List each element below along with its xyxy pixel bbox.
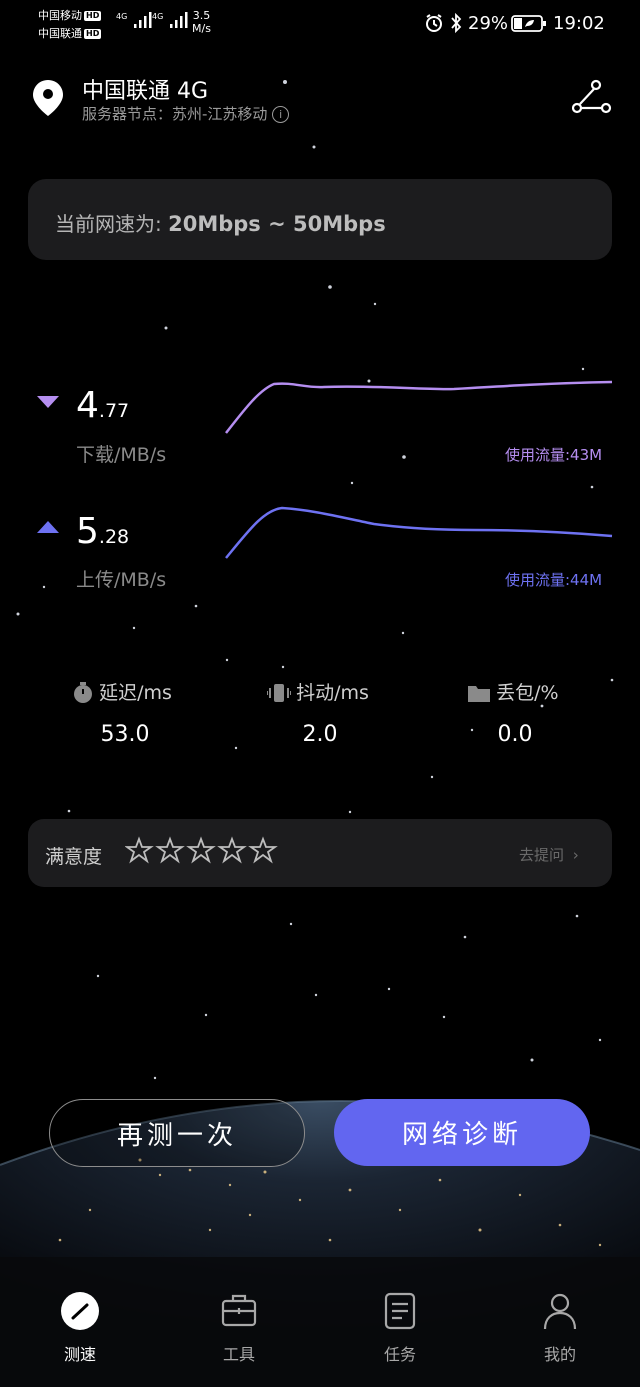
share-route-icon[interactable] bbox=[571, 79, 612, 119]
net-speed-unit: M/s bbox=[192, 22, 211, 35]
download-value-int: 4 bbox=[76, 385, 99, 426]
download-arrow-icon bbox=[37, 395, 59, 414]
retest-button[interactable]: 再测一次 bbox=[49, 1099, 305, 1167]
vibrate-icon bbox=[266, 682, 292, 708]
stopwatch-icon bbox=[72, 681, 94, 708]
download-line bbox=[225, 380, 613, 434]
info-icon[interactable]: i bbox=[272, 106, 290, 123]
upload-value-dec: .28 bbox=[98, 526, 130, 548]
net-type-1: 4G bbox=[116, 12, 128, 21]
net-speed-value: 3.5 bbox=[192, 9, 211, 22]
signal-icon: 4G bbox=[152, 10, 190, 30]
nav-item-speedtest[interactable]: 测速 bbox=[25, 1291, 135, 1365]
current-speed-card: 当前网速为: 20Mbps ~ 50Mbps bbox=[28, 179, 612, 260]
satisfaction-label: 满意度 bbox=[45, 846, 103, 868]
toolbox-icon bbox=[184, 1291, 294, 1335]
nav-item-tools[interactable]: 工具 bbox=[184, 1291, 294, 1365]
status-bar: 中国移动 HD 中国联通 HD 4G 4G 3.5 M/s 29% 19:02 bbox=[0, 0, 640, 44]
latency-stat: 延迟/ms bbox=[72, 678, 172, 708]
star-rating[interactable] bbox=[124, 836, 285, 872]
folder-icon bbox=[467, 683, 491, 707]
upload-unit: 上传/MB/s bbox=[76, 569, 167, 591]
jitter-label: 抖动/ms bbox=[296, 682, 369, 704]
alarm-icon bbox=[424, 13, 444, 37]
star-icon bbox=[124, 836, 154, 864]
nav-label-profile: 我的 bbox=[543, 1345, 576, 1364]
upload-usage: 使用流量:44M bbox=[505, 571, 603, 589]
upload-line bbox=[225, 506, 613, 559]
network-title: 中国联通 4G bbox=[82, 79, 209, 104]
chevron-right-icon: › bbox=[572, 846, 579, 864]
person-icon bbox=[505, 1291, 615, 1335]
star-icon bbox=[186, 836, 216, 864]
hd-badge: HD bbox=[84, 11, 102, 21]
nav-label-tasks: 任务 bbox=[383, 1345, 416, 1364]
battery-icon bbox=[511, 14, 547, 38]
ask-question-label: 去提问 bbox=[519, 846, 565, 864]
download-usage: 使用流量:43M bbox=[505, 446, 603, 464]
diagnose-button[interactable]: 网络诊断 bbox=[334, 1099, 590, 1166]
task-list-icon bbox=[345, 1291, 455, 1335]
nav-item-tasks[interactable]: 任务 bbox=[345, 1291, 455, 1365]
nav-label-speedtest: 测速 bbox=[63, 1345, 96, 1364]
star-icon bbox=[248, 836, 278, 864]
location-pin-icon bbox=[31, 78, 65, 122]
packet-loss-label: 丢包/% bbox=[496, 682, 559, 704]
jitter-stat: 抖动/ms bbox=[266, 678, 369, 708]
download-unit: 下载/MB/s bbox=[76, 444, 167, 466]
upload-arrow-icon bbox=[37, 520, 59, 539]
battery-percent: 29% bbox=[468, 13, 509, 34]
download-chart bbox=[225, 380, 613, 434]
clock: 19:02 bbox=[553, 13, 605, 34]
jitter-value: 2.0 bbox=[302, 722, 338, 747]
latency-label: 延迟/ms bbox=[99, 682, 172, 704]
server-node: 服务器节点：苏州-江苏移动 bbox=[82, 105, 268, 123]
bottom-nav: 测速 工具 任务 我的 bbox=[0, 1257, 640, 1387]
signal-icon: 4G bbox=[116, 10, 154, 30]
speedometer-icon bbox=[25, 1291, 135, 1335]
latency-value: 53.0 bbox=[100, 722, 150, 747]
diagnose-label: 网络诊断 bbox=[401, 1120, 522, 1150]
packet-loss-stat: 丢包/% bbox=[467, 678, 559, 707]
carrier-2: 中国联通 bbox=[38, 27, 82, 40]
ask-question-link[interactable]: 去提问 › bbox=[519, 844, 579, 865]
upload-chart bbox=[225, 506, 613, 559]
star-icon bbox=[217, 836, 247, 864]
satisfaction-card: 满意度 去提问 › bbox=[28, 819, 612, 887]
hd-badge: HD bbox=[84, 29, 102, 39]
retest-label: 再测一次 bbox=[116, 1120, 237, 1151]
packet-loss-value: 0.0 bbox=[497, 722, 533, 747]
download-value-dec: .77 bbox=[98, 400, 130, 422]
nav-label-tools: 工具 bbox=[222, 1345, 255, 1364]
current-speed-label: 当前网速为: bbox=[55, 212, 162, 236]
upload-value-int: 5 bbox=[76, 511, 99, 552]
current-speed-value: 20Mbps ~ 50Mbps bbox=[168, 212, 386, 236]
net-type-2: 4G bbox=[152, 12, 164, 21]
bluetooth-icon bbox=[449, 12, 463, 38]
star-icon bbox=[155, 836, 185, 864]
nav-item-profile[interactable]: 我的 bbox=[505, 1291, 615, 1365]
carrier-1: 中国移动 bbox=[38, 9, 82, 22]
